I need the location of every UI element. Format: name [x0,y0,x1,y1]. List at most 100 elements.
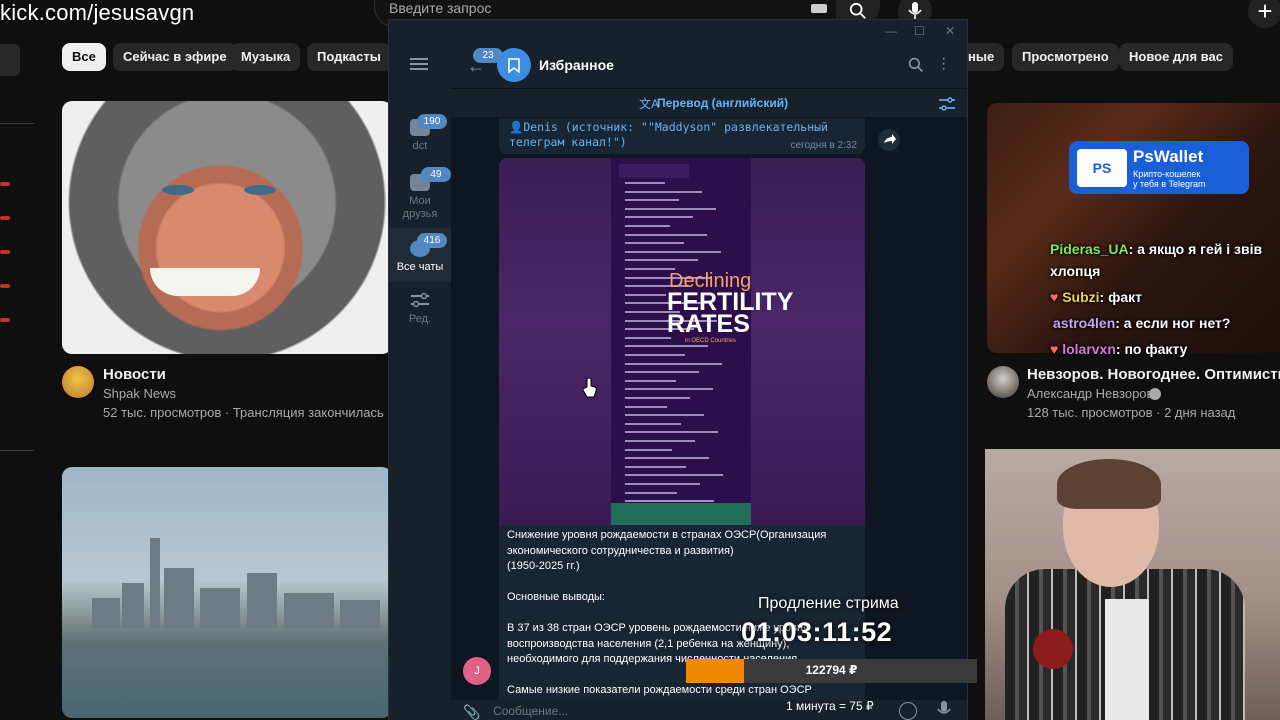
webcam-detail [1057,459,1161,509]
thumbnail-detail [150,268,260,296]
translate-settings-icon[interactable] [939,97,955,116]
webcam-detail [1105,599,1149,720]
infographic-row [625,268,675,270]
menu-icon[interactable] [410,57,428,76]
donation-amount: 122794 ₽ [805,663,858,677]
infographic-row [625,207,716,210]
saved-messages-avatar[interactable] [497,48,531,82]
avatar[interactable] [987,366,1019,398]
chat-username: Pideras_UA [1050,241,1129,257]
video-meta: 128 тыс. просмотров · 2 дня назад [1027,405,1236,420]
donation-progress: 122794 ₽ [686,659,977,683]
live-icon [0,284,10,288]
keyboard-icon[interactable] [811,4,827,13]
infographic-row [625,474,723,477]
chat-title[interactable]: Избранное [539,57,614,73]
chat-username: lolarvxn [1062,341,1116,357]
chat-message: Pideras_UA: а якщо я гей і звів [1050,241,1262,257]
user-icon: 👤 [509,120,524,134]
translate-label[interactable]: Перевод (английский) [657,96,788,110]
folder-dct[interactable]: 190 dct [389,94,451,156]
message-input[interactable]: Сообщение... [493,704,793,720]
infographic-heading: FERTILITY RATES [667,288,793,338]
sidebar-item[interactable] [0,44,20,76]
chip-watched[interactable]: Просмотрено [1012,43,1119,71]
infographic-row [625,491,677,494]
infographic-row [625,225,670,227]
create-button[interactable]: + [1248,0,1280,28]
avatar[interactable] [62,366,94,398]
folder-label: Мои друзья [402,195,438,220]
channel-name[interactable]: Shpak News [103,386,176,401]
thumbnail-detail [284,593,334,628]
forward-source[interactable]: 👤Denis (источник: ""Maddyson" развлекате… [509,120,828,134]
ad-subtitle: Крипто-кошелек у тебя в Telegram [1133,169,1206,189]
telegram-window: — ☐ ✕ 190 dct 49 Мои друзья 416 Все чаты… [389,20,967,720]
video-title[interactable]: Новости [103,366,166,383]
forward-icon [884,134,896,144]
thumbnail-detail [92,598,120,628]
infographic-row [625,371,699,374]
channel-name[interactable]: Александр Невзоров [1027,386,1153,401]
more-options-icon[interactable]: · · · [941,51,946,77]
message-photo[interactable]: Declining FERTILITY RATES in OECD Countr… [499,158,865,525]
infographic-row [625,250,721,253]
thumbnail-detail [164,568,194,628]
translate-icon: 文A [639,97,660,111]
live-icon [0,216,10,220]
video-meta: 52 тыс. просмотров · Трансляция закончил… [103,405,413,420]
maximize-icon[interactable]: ☐ [914,24,925,38]
ad-subtitle-line: у тебя в Telegram [1133,179,1206,189]
infographic-row [625,414,704,417]
emoji-icon[interactable] [899,702,917,720]
chip-live[interactable]: Сейчас в эфире [113,43,237,71]
infographic-header [619,164,689,178]
infographic-row [625,483,700,485]
folder-label: Все чаты [396,261,444,273]
webcam-feed [985,449,1280,720]
video-thumbnail[interactable] [62,101,392,354]
chat-message: ♥ Subzi: факт [1050,289,1142,305]
forward-line: Denis (источник: ""Maddyson" развлекател… [523,120,828,134]
video-thumbnail[interactable] [62,467,392,718]
unread-badge: 190 [417,114,447,129]
infographic-row [625,354,685,356]
infographic-row [625,422,681,425]
infographic-row [625,199,679,202]
plus-icon: + [1257,0,1273,26]
minimize-icon[interactable]: — [885,24,897,38]
folder-friends[interactable]: 49 Мои друзья [389,156,451,226]
infographic-row [625,457,709,460]
chat-message: хлопця [1050,263,1101,279]
folder-edit[interactable]: Ред. [389,288,451,336]
search-icon[interactable] [908,57,924,78]
hand-cursor-icon [582,377,597,403]
share-button[interactable] [878,129,900,151]
video-title[interactable]: Невзоров. Новогоднее. Оптимистическ [1027,366,1280,383]
divider [0,450,34,451]
bookmark-icon [508,57,520,73]
infographic-row [625,293,666,296]
chat-text: : факт [1099,289,1142,305]
infographic-row [625,397,690,399]
window-titlebar: — ☐ ✕ [389,20,967,42]
message-time: сегодня в 2:32 [790,140,857,151]
mic-icon[interactable] [937,701,951,720]
chip-podcasts[interactable]: Подкасты [307,43,391,71]
infographic-row [625,388,713,391]
infographic-row [625,345,708,348]
folder-label: dct [412,140,428,152]
chat-message: astro4len: а если ног нет? [1053,315,1230,331]
verified-icon [1149,388,1161,400]
thumbnail-detail [162,185,194,195]
folder-all-chats[interactable]: 416 Все чаты [389,228,451,282]
attach-icon[interactable]: 📎 [463,704,480,720]
author-avatar[interactable]: J [463,657,491,685]
chip-music[interactable]: Музыка [231,43,301,71]
chip-new[interactable]: Новое для вас [1119,43,1233,71]
forward-line: телеграм канал!") [509,135,627,149]
browser-url[interactable]: kick.com/jesusavgn [0,0,194,26]
close-icon[interactable]: ✕ [945,24,955,38]
chip-all[interactable]: Все [62,43,106,71]
unread-badge: 49 [421,167,451,182]
